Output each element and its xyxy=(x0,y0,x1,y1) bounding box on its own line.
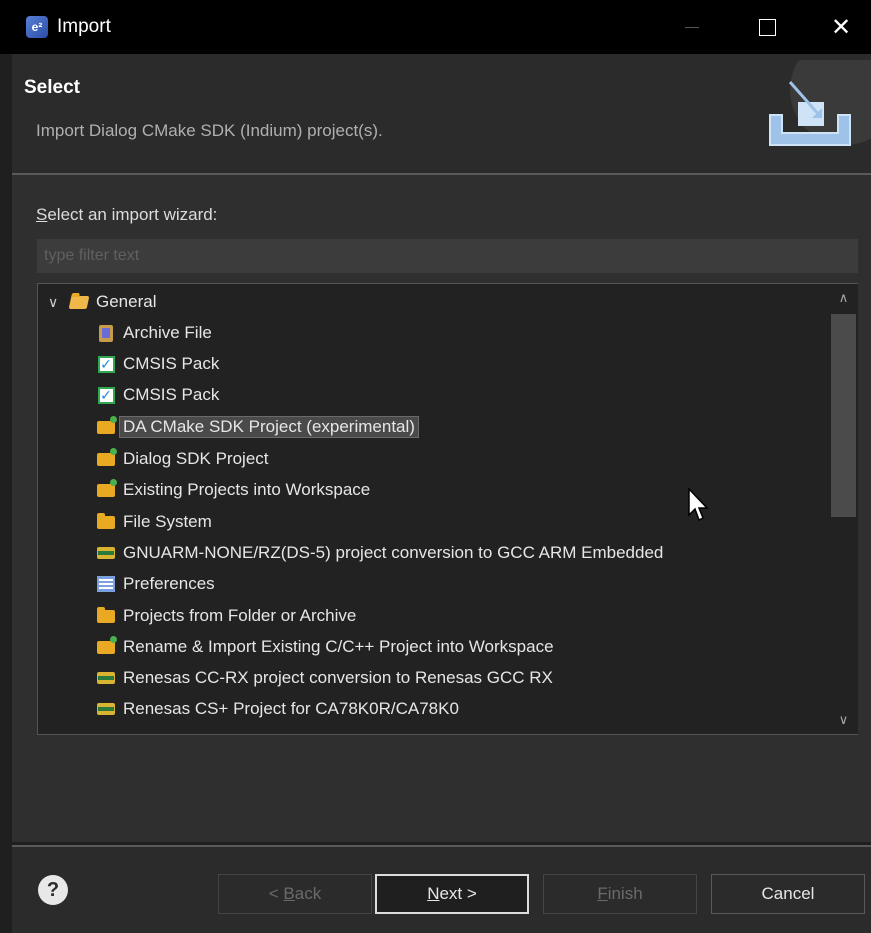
tree-item-gnuarm-conversion[interactable]: GNUARM-NONE/RZ(DS-5) project conversion … xyxy=(95,539,663,567)
tree-item-label: File System xyxy=(123,512,212,531)
back-button[interactable]: < Back xyxy=(218,874,372,914)
next-button[interactable]: Next > xyxy=(375,874,529,914)
tree-item-label: Renesas CS+ Project for CA78K0R/CA78K0 xyxy=(123,699,459,718)
scroll-up-icon[interactable]: ∧ xyxy=(829,286,858,310)
folder-icon xyxy=(95,511,117,533)
import-wizard-banner-icon xyxy=(750,60,871,165)
tree-item-rename-import[interactable]: Rename & Import Existing C/C++ Project i… xyxy=(95,633,554,661)
minimize-button[interactable] xyxy=(667,0,717,54)
chevron-down-icon[interactable]: ∨ xyxy=(48,294,64,311)
wizard-header: Select Import Dialog CMake SDK (Indium) … xyxy=(12,54,871,173)
scroll-down-icon[interactable]: ∨ xyxy=(829,708,858,732)
tree-item-label: DA CMake SDK Project (experimental) xyxy=(119,416,419,438)
tree-item-label: Preferences xyxy=(123,574,215,593)
finish-button[interactable]: Finish xyxy=(543,874,697,914)
filter-input[interactable] xyxy=(37,239,858,273)
renesas-conversion-icon xyxy=(95,667,117,689)
project-folder-icon xyxy=(95,635,117,658)
minimize-icon xyxy=(685,26,699,28)
archive-file-icon xyxy=(95,322,117,344)
tree-item-existing-projects[interactable]: Existing Projects into Workspace xyxy=(95,476,370,504)
tree-item-label: GNUARM-NONE/RZ(DS-5) project conversion … xyxy=(123,543,664,562)
page-description: Import Dialog CMake SDK (Indium) project… xyxy=(36,121,383,140)
renesas-conversion-icon xyxy=(95,542,117,564)
tree-item-label: Dialog SDK Project xyxy=(123,449,269,468)
scrollbar-thumb[interactable] xyxy=(831,314,856,517)
tree-item-cmsis-pack[interactable]: ✓ CMSIS Pack xyxy=(95,350,219,378)
preferences-icon xyxy=(95,573,117,595)
cmsis-pack-icon: ✓ xyxy=(95,384,117,406)
cmsis-pack-icon: ✓ xyxy=(95,353,117,375)
project-folder-icon xyxy=(95,415,117,438)
project-folder-icon xyxy=(95,447,117,470)
tree-item-da-cmake-sdk-project[interactable]: DA CMake SDK Project (experimental) xyxy=(95,413,419,441)
tree-item-renesas-cs-plus[interactable]: Renesas CS+ Project for CA78K0R/CA78K0 xyxy=(95,695,459,723)
folder-open-icon xyxy=(68,291,90,313)
eclipse-app-icon: e² xyxy=(26,16,48,38)
tree-item-preferences[interactable]: Preferences xyxy=(95,570,215,598)
help-icon[interactable]: ? xyxy=(38,875,68,905)
tree-item-renesas-ccrx[interactable]: Renesas CC-RX project conversion to Rene… xyxy=(95,664,553,692)
tree-item-label: Renesas CC-RX project conversion to Rene… xyxy=(123,668,553,687)
folder-icon xyxy=(95,605,117,627)
tree-item-label: Archive File xyxy=(123,323,212,342)
tree-node-label: General xyxy=(96,292,157,311)
tree-item-label: CMSIS Pack xyxy=(123,354,220,373)
tree-item-label: Existing Projects into Workspace xyxy=(123,480,371,499)
tree-item-dialog-sdk-project[interactable]: Dialog SDK Project xyxy=(95,445,269,473)
renesas-conversion-icon xyxy=(95,698,117,720)
cancel-button[interactable]: Cancel xyxy=(711,874,865,914)
tree-item-projects-from-folder[interactable]: Projects from Folder or Archive xyxy=(95,602,356,630)
tree-item-archive-file[interactable]: Archive File xyxy=(95,319,212,347)
tree-item-file-system[interactable]: File System xyxy=(95,508,212,536)
tree-node-general[interactable]: ∨ General xyxy=(48,288,156,316)
window-title: Import xyxy=(57,16,111,37)
title-bar: e² Import ✕ xyxy=(0,0,871,54)
project-folder-icon xyxy=(95,478,117,501)
tree-item-label: CMSIS Pack xyxy=(123,385,220,404)
tree-item-label: Rename & Import Existing C/C++ Project i… xyxy=(123,637,554,656)
tree-item-label: Projects from Folder or Archive xyxy=(123,606,357,625)
close-icon: ✕ xyxy=(830,13,852,41)
maximize-button[interactable] xyxy=(742,0,792,54)
tree-scrollbar[interactable]: ∧ ∨ xyxy=(829,284,858,734)
close-button[interactable]: ✕ xyxy=(816,0,866,54)
maximize-icon xyxy=(758,18,776,36)
select-wizard-label: Select an import wizard: xyxy=(36,205,218,224)
wizard-tree[interactable]: ∨ General Archive File ✓ CMSIS Pack ✓ CM… xyxy=(37,283,858,735)
page-title: Select xyxy=(24,77,80,98)
tree-item-cmsis-pack-2[interactable]: ✓ CMSIS Pack xyxy=(95,381,219,409)
